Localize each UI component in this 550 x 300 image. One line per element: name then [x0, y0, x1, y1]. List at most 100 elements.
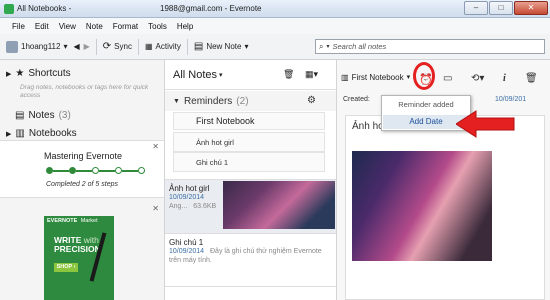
close-button[interactable]: ✕ — [514, 1, 548, 15]
menu-view[interactable]: View — [59, 22, 76, 31]
account-menu[interactable]: 1hoang112 ▾ — [6, 40, 68, 53]
note-list-panel: All Notes ▾ 🗑 ▦▾ ▼ Reminders (2) ⚙ First… — [165, 60, 337, 300]
sync-button[interactable]: ⟳ Sync — [103, 41, 132, 52]
reminder-row[interactable]: Ảnh hot girl — [173, 132, 325, 152]
ad-shop-button[interactable]: SHOP › — [54, 263, 78, 272]
close-icon[interactable]: ✕ — [152, 204, 159, 213]
note-card-date: 10/09/2014 — [169, 248, 205, 255]
account-name: 1hoang112 — [21, 42, 61, 51]
step-dot-done — [69, 167, 76, 174]
close-icon[interactable]: ✕ — [152, 142, 159, 151]
notebook-name: First Notebook — [351, 72, 404, 82]
reminder-row[interactable]: Ghi chú 1 — [173, 152, 325, 172]
main-toolbar: 1hoang112 ▾ ◀ ▶ ⟳ Sync ▦ Activity ▤ New … — [0, 34, 550, 60]
menu-bar: File Edit View Note Format Tools Help — [0, 18, 550, 34]
present-icon[interactable]: ▭ — [443, 73, 452, 84]
note-card-snippet: Ang... — [169, 203, 188, 210]
sidebar-item-notebooks[interactable]: ▶ ▥ Notebooks — [6, 128, 77, 139]
step-dot-pending — [115, 167, 122, 174]
pointer-arrow-icon — [456, 110, 515, 138]
menu-format[interactable]: Format — [113, 22, 138, 31]
notes-label: Notes — [28, 110, 55, 121]
chevron-down-icon[interactable]: ▾ — [219, 71, 223, 79]
back-arrow-icon[interactable]: ◀ — [73, 42, 79, 51]
all-notes-title[interactable]: All Notes — [173, 69, 217, 81]
sidebar-item-notes[interactable]: ▤ Notes (3) — [6, 110, 71, 121]
note-card[interactable] — [165, 286, 336, 300]
mastering-panel: ✕ Mastering Evernote Completed 2 of 5 st… — [0, 140, 164, 198]
reminder-notebook: First Notebook — [196, 116, 255, 126]
reminders-count: (2) — [236, 95, 249, 107]
ad-brand: EVERNOTE Market — [47, 218, 98, 224]
market-ad-banner[interactable]: EVERNOTE Market WRITE with PRECISION SHO… — [44, 216, 114, 300]
toolbar-divider — [186, 38, 188, 55]
search-field[interactable]: ⌕ ▾ Search all notes — [315, 39, 545, 54]
trash-icon[interactable]: 🗑 — [525, 73, 538, 84]
menu-note[interactable]: Note — [86, 22, 103, 31]
chevron-down-icon: ▾ — [244, 42, 249, 51]
view-options-icon[interactable]: ▦▾ — [305, 69, 318, 80]
menu-edit[interactable]: Edit — [35, 22, 49, 31]
notebook-selector[interactable]: ▥ First Notebook ▾ — [341, 73, 410, 82]
avatar — [6, 40, 18, 53]
toolbar-divider — [95, 38, 97, 55]
completed-text: Completed 2 of 5 steps — [46, 181, 118, 188]
note-body[interactable]: Ảnh hot girl — [345, 115, 545, 300]
chevron-down-icon: ▼ — [173, 97, 180, 105]
toolbar-divider — [137, 38, 139, 55]
notes-icon: ▤ — [15, 110, 25, 121]
ad-brand-name: EVERNOTE — [47, 218, 78, 224]
search-icon: ⌕ — [319, 41, 324, 51]
window-account-title: 1988@gmail.com - Evernote — [160, 4, 262, 13]
highlight-circle — [413, 62, 435, 90]
new-note-icon: ▤ — [193, 41, 204, 52]
menu-file[interactable]: File — [12, 22, 25, 31]
reminders-label: Reminders — [183, 95, 233, 107]
step-line — [99, 169, 115, 172]
step-dot-done — [46, 167, 53, 174]
minimize-button[interactable]: – — [464, 1, 488, 15]
step-line — [122, 169, 138, 172]
menu-help[interactable]: Help — [177, 22, 193, 31]
info-icon[interactable]: i — [503, 73, 506, 84]
shortcuts-hint: Drag notes, notebooks or tags here for q… — [20, 84, 149, 99]
activity-button[interactable]: ▦ Activity — [145, 42, 181, 51]
reminder-title: Ảnh hot girl — [196, 137, 234, 147]
sidebar-item-shortcuts[interactable]: ▶ ★ Shortcuts — [6, 68, 71, 79]
note-thumbnail — [223, 181, 335, 229]
new-note-button[interactable]: ▤ New Note ▾ — [194, 41, 249, 52]
forward-arrow-icon[interactable]: ▶ — [84, 42, 90, 51]
sync-icon: ⟳ — [102, 41, 112, 52]
created-label: Created: — [343, 96, 370, 103]
ad-headline: WRITE with PRECISION — [54, 236, 101, 254]
chevron-down-icon: ▾ — [63, 42, 68, 51]
created-date: 10/09/201 — [495, 96, 527, 103]
reminder-added-label: Reminder added — [398, 100, 454, 109]
window-title: All Notebooks - — [17, 4, 72, 13]
note-image — [352, 151, 492, 261]
chevron-right-icon: ▶ — [6, 70, 12, 78]
note-list-header: All Notes ▾ 🗑 ▦▾ — [165, 60, 336, 90]
maximize-button[interactable]: □ — [489, 1, 513, 15]
gear-icon[interactable]: ⚙ — [307, 95, 316, 106]
notebook-icon: ▥ — [15, 128, 25, 139]
share-icon[interactable]: ⟲▾ — [471, 73, 484, 84]
step-dot-pending — [92, 167, 99, 174]
chevron-down-icon: ▾ — [326, 44, 330, 50]
menu-tools[interactable]: Tools — [148, 22, 167, 31]
progress-steps — [46, 167, 145, 174]
chevron-right-icon: ▶ — [6, 130, 12, 138]
note-card[interactable]: Ảnh hot girl 10/09/2014 Ang... 63.6KB — [165, 179, 336, 233]
chevron-down-icon: ▾ — [406, 74, 411, 81]
step-dot-pending — [138, 167, 145, 174]
ad-brand-sub: Market — [80, 218, 98, 224]
activity-icon: ▦ — [144, 42, 153, 51]
activity-label: Activity — [155, 42, 181, 51]
trash-icon[interactable]: 🗑 — [283, 69, 294, 80]
notebook-icon: ▥ — [341, 72, 349, 82]
reminders-header[interactable]: ▼ Reminders (2) ⚙ — [165, 91, 336, 111]
note-card[interactable]: Ghi chú 1 10/09/2014 Đây là ghi chú thử … — [165, 233, 336, 283]
note-card-meta: 10/09/2014 Đây là ghi chú thử nghiệm Eve… — [169, 247, 329, 265]
shortcuts-label: Shortcuts — [28, 68, 71, 79]
step-line — [76, 169, 92, 172]
